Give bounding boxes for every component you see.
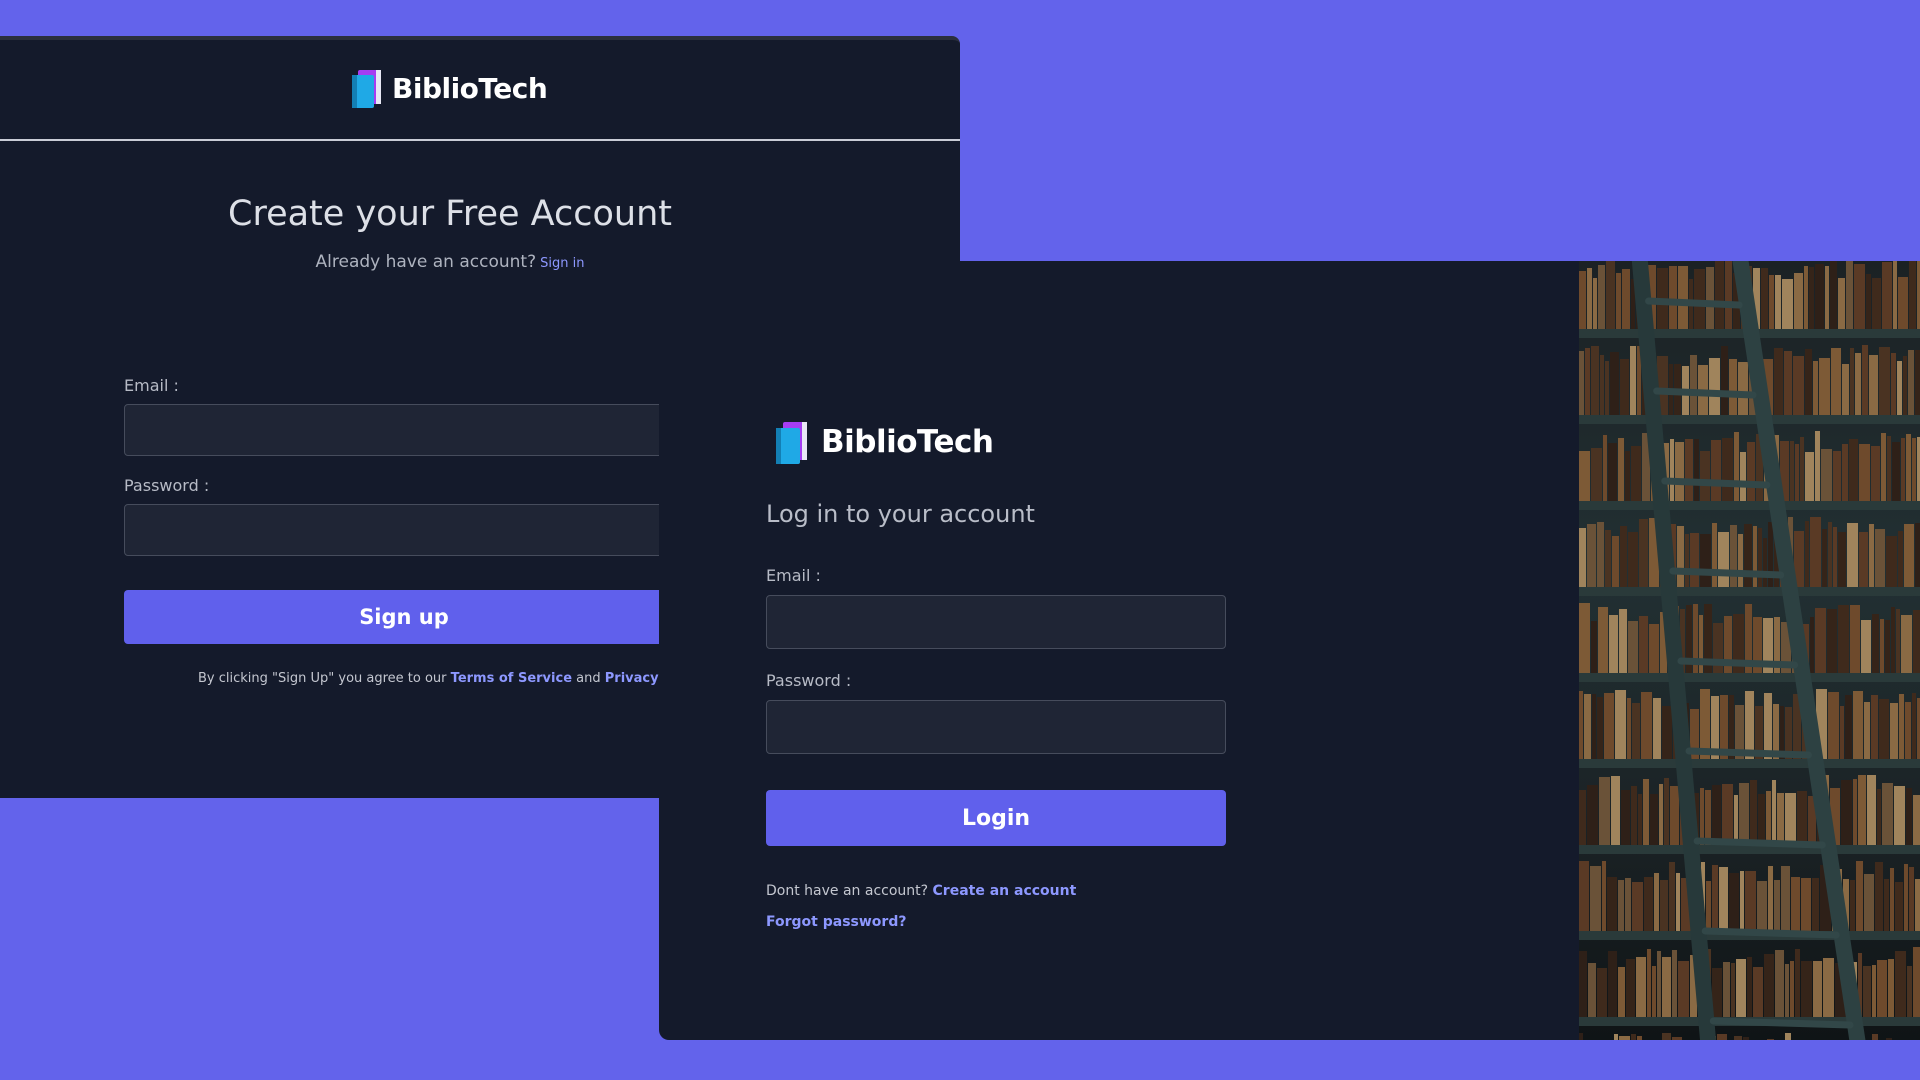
book-icon: [776, 422, 807, 464]
brand-logo: BiblioTech: [348, 68, 548, 108]
signup-email-label: Email :: [124, 376, 179, 395]
terms-prefix: By clicking "Sign Up" you agree to our: [198, 671, 447, 686]
no-account-text: Dont have an account?: [766, 883, 929, 899]
login-password-label: Password :: [766, 671, 852, 690]
library-photo: [1579, 261, 1920, 1040]
signin-link[interactable]: Sign in: [540, 256, 584, 271]
signup-header: BiblioTech: [0, 40, 960, 141]
login-email-input[interactable]: [766, 595, 1226, 649]
login-email-label: Email :: [766, 566, 821, 585]
signup-button[interactable]: Sign up: [124, 590, 684, 644]
forgot-password-link[interactable]: Forgot password?: [766, 914, 906, 930]
terms-and: and: [576, 671, 601, 686]
privacy-link[interactable]: Privacy: [605, 671, 659, 686]
bookshelf-illustration: [1579, 261, 1920, 1040]
book-icon: [352, 70, 381, 108]
already-account-text: Already have an account?: [315, 252, 537, 272]
terms-of-service-link[interactable]: Terms of Service: [451, 671, 572, 686]
create-account-link[interactable]: Create an account: [933, 883, 1077, 899]
signup-password-label: Password :: [124, 476, 210, 495]
login-card: BiblioTech Log in to your account Email …: [659, 261, 1920, 1040]
signup-email-input[interactable]: [124, 404, 684, 456]
signup-title: Create your Free Account: [228, 194, 672, 234]
brand-logo: BiblioTech: [771, 420, 994, 464]
register-prompt: Dont have an account? Create an account: [766, 883, 1076, 899]
brand-name: BiblioTech: [392, 71, 548, 105]
login-title: Log in to your account: [766, 500, 1035, 528]
login-button[interactable]: Login: [766, 790, 1226, 846]
login-password-input[interactable]: [766, 700, 1226, 754]
brand-name: BiblioTech: [821, 424, 994, 460]
terms-notice: By clicking "Sign Up" you agree to our T…: [198, 671, 659, 686]
signup-password-input[interactable]: [124, 504, 684, 556]
